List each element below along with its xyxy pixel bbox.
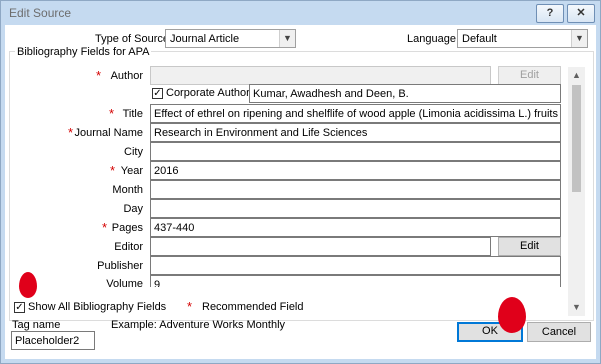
chevron-down-icon: ▼ (279, 30, 295, 47)
publisher-label: Publisher (97, 260, 143, 272)
edit-source-dialog: Edit Source ? ✕ Type of Source Journal A… (0, 0, 601, 364)
corporate-author-checkbox[interactable]: ✓ (152, 88, 163, 99)
title-label: Title (122, 108, 143, 120)
language-value: Default (462, 33, 497, 45)
volume-row-clip: Volume 9 (5, 275, 565, 287)
city-field[interactable] (150, 142, 561, 161)
editor-edit-button[interactable]: Edit (498, 237, 561, 256)
title-value: Effect of ethrel on ripening and shelfli… (154, 108, 558, 120)
journal-name-value: Research in Environment and Life Science… (154, 127, 368, 139)
cancel-button[interactable]: Cancel (527, 322, 591, 342)
scroll-down-icon[interactable]: ▼ (568, 299, 585, 316)
type-of-source-value: Journal Article (170, 33, 240, 45)
annotation-marker-show-all (19, 272, 37, 298)
year-field[interactable]: 2016 (150, 161, 561, 180)
author-edit-button[interactable]: Edit (498, 66, 561, 85)
corporate-author-value: Kumar, Awadhesh and Deen, B. (253, 88, 409, 100)
title-field[interactable]: Effect of ethrel on ripening and shelfli… (150, 104, 561, 123)
journal-name-label: Journal Name (74, 127, 143, 139)
scroll-up-icon[interactable]: ▲ (568, 67, 585, 84)
recommended-field-legend: Recommended Field (202, 301, 304, 313)
show-all-fields-checkbox[interactable]: ✓ (14, 302, 25, 313)
journal-name-field[interactable]: Research in Environment and Life Science… (150, 123, 561, 142)
group-title: Bibliography Fields for APA (15, 46, 152, 58)
volume-value: 9 (154, 279, 161, 287)
year-value: 2016 (154, 165, 179, 177)
month-field[interactable] (150, 180, 561, 199)
fields-scrollbar[interactable]: ▲ ▼ (568, 67, 585, 316)
show-all-fields-label: Show All Bibliography Fields (28, 301, 167, 313)
dialog-title: Edit Source (9, 6, 72, 20)
corporate-author-label: Corporate Author (166, 87, 250, 99)
day-label: Day (123, 203, 143, 215)
month-label: Month (112, 184, 143, 196)
annotation-marker-ok (498, 297, 526, 333)
tag-name-label: Tag name (12, 319, 61, 331)
tag-example-text: Example: Adventure Works Monthly (111, 319, 286, 331)
volume-label: Volume (106, 278, 143, 287)
type-of-source-select[interactable]: Journal Article ▼ (165, 29, 296, 48)
type-of-source-label: Type of Source (95, 33, 169, 45)
city-label: City (124, 146, 143, 158)
help-button[interactable]: ? (536, 4, 564, 23)
scroll-thumb[interactable] (572, 85, 581, 192)
recommended-star: * (187, 299, 193, 314)
language-label: Language (407, 33, 456, 45)
title-bar: Edit Source ? ✕ (1, 1, 600, 25)
corporate-author-field[interactable]: Kumar, Awadhesh and Deen, B. (249, 84, 561, 103)
day-field[interactable] (150, 199, 561, 218)
chevron-down-icon: ▼ (571, 30, 587, 47)
volume-field[interactable]: 9 (150, 275, 561, 287)
publisher-field[interactable] (150, 256, 561, 275)
pages-label: Pages (111, 222, 143, 234)
editor-field[interactable] (150, 237, 491, 256)
year-label: Year (120, 165, 143, 177)
tag-name-value: Placeholder2 (15, 335, 80, 347)
pages-value: 437-440 (154, 222, 195, 234)
close-button[interactable]: ✕ (567, 4, 595, 23)
tag-name-field[interactable]: Placeholder2 (11, 331, 95, 350)
author-label: Author (110, 70, 143, 82)
language-select[interactable]: Default ▼ (457, 29, 588, 48)
editor-label: Editor (114, 241, 143, 253)
author-field[interactable] (150, 66, 491, 85)
pages-field[interactable]: 437-440 (150, 218, 561, 237)
